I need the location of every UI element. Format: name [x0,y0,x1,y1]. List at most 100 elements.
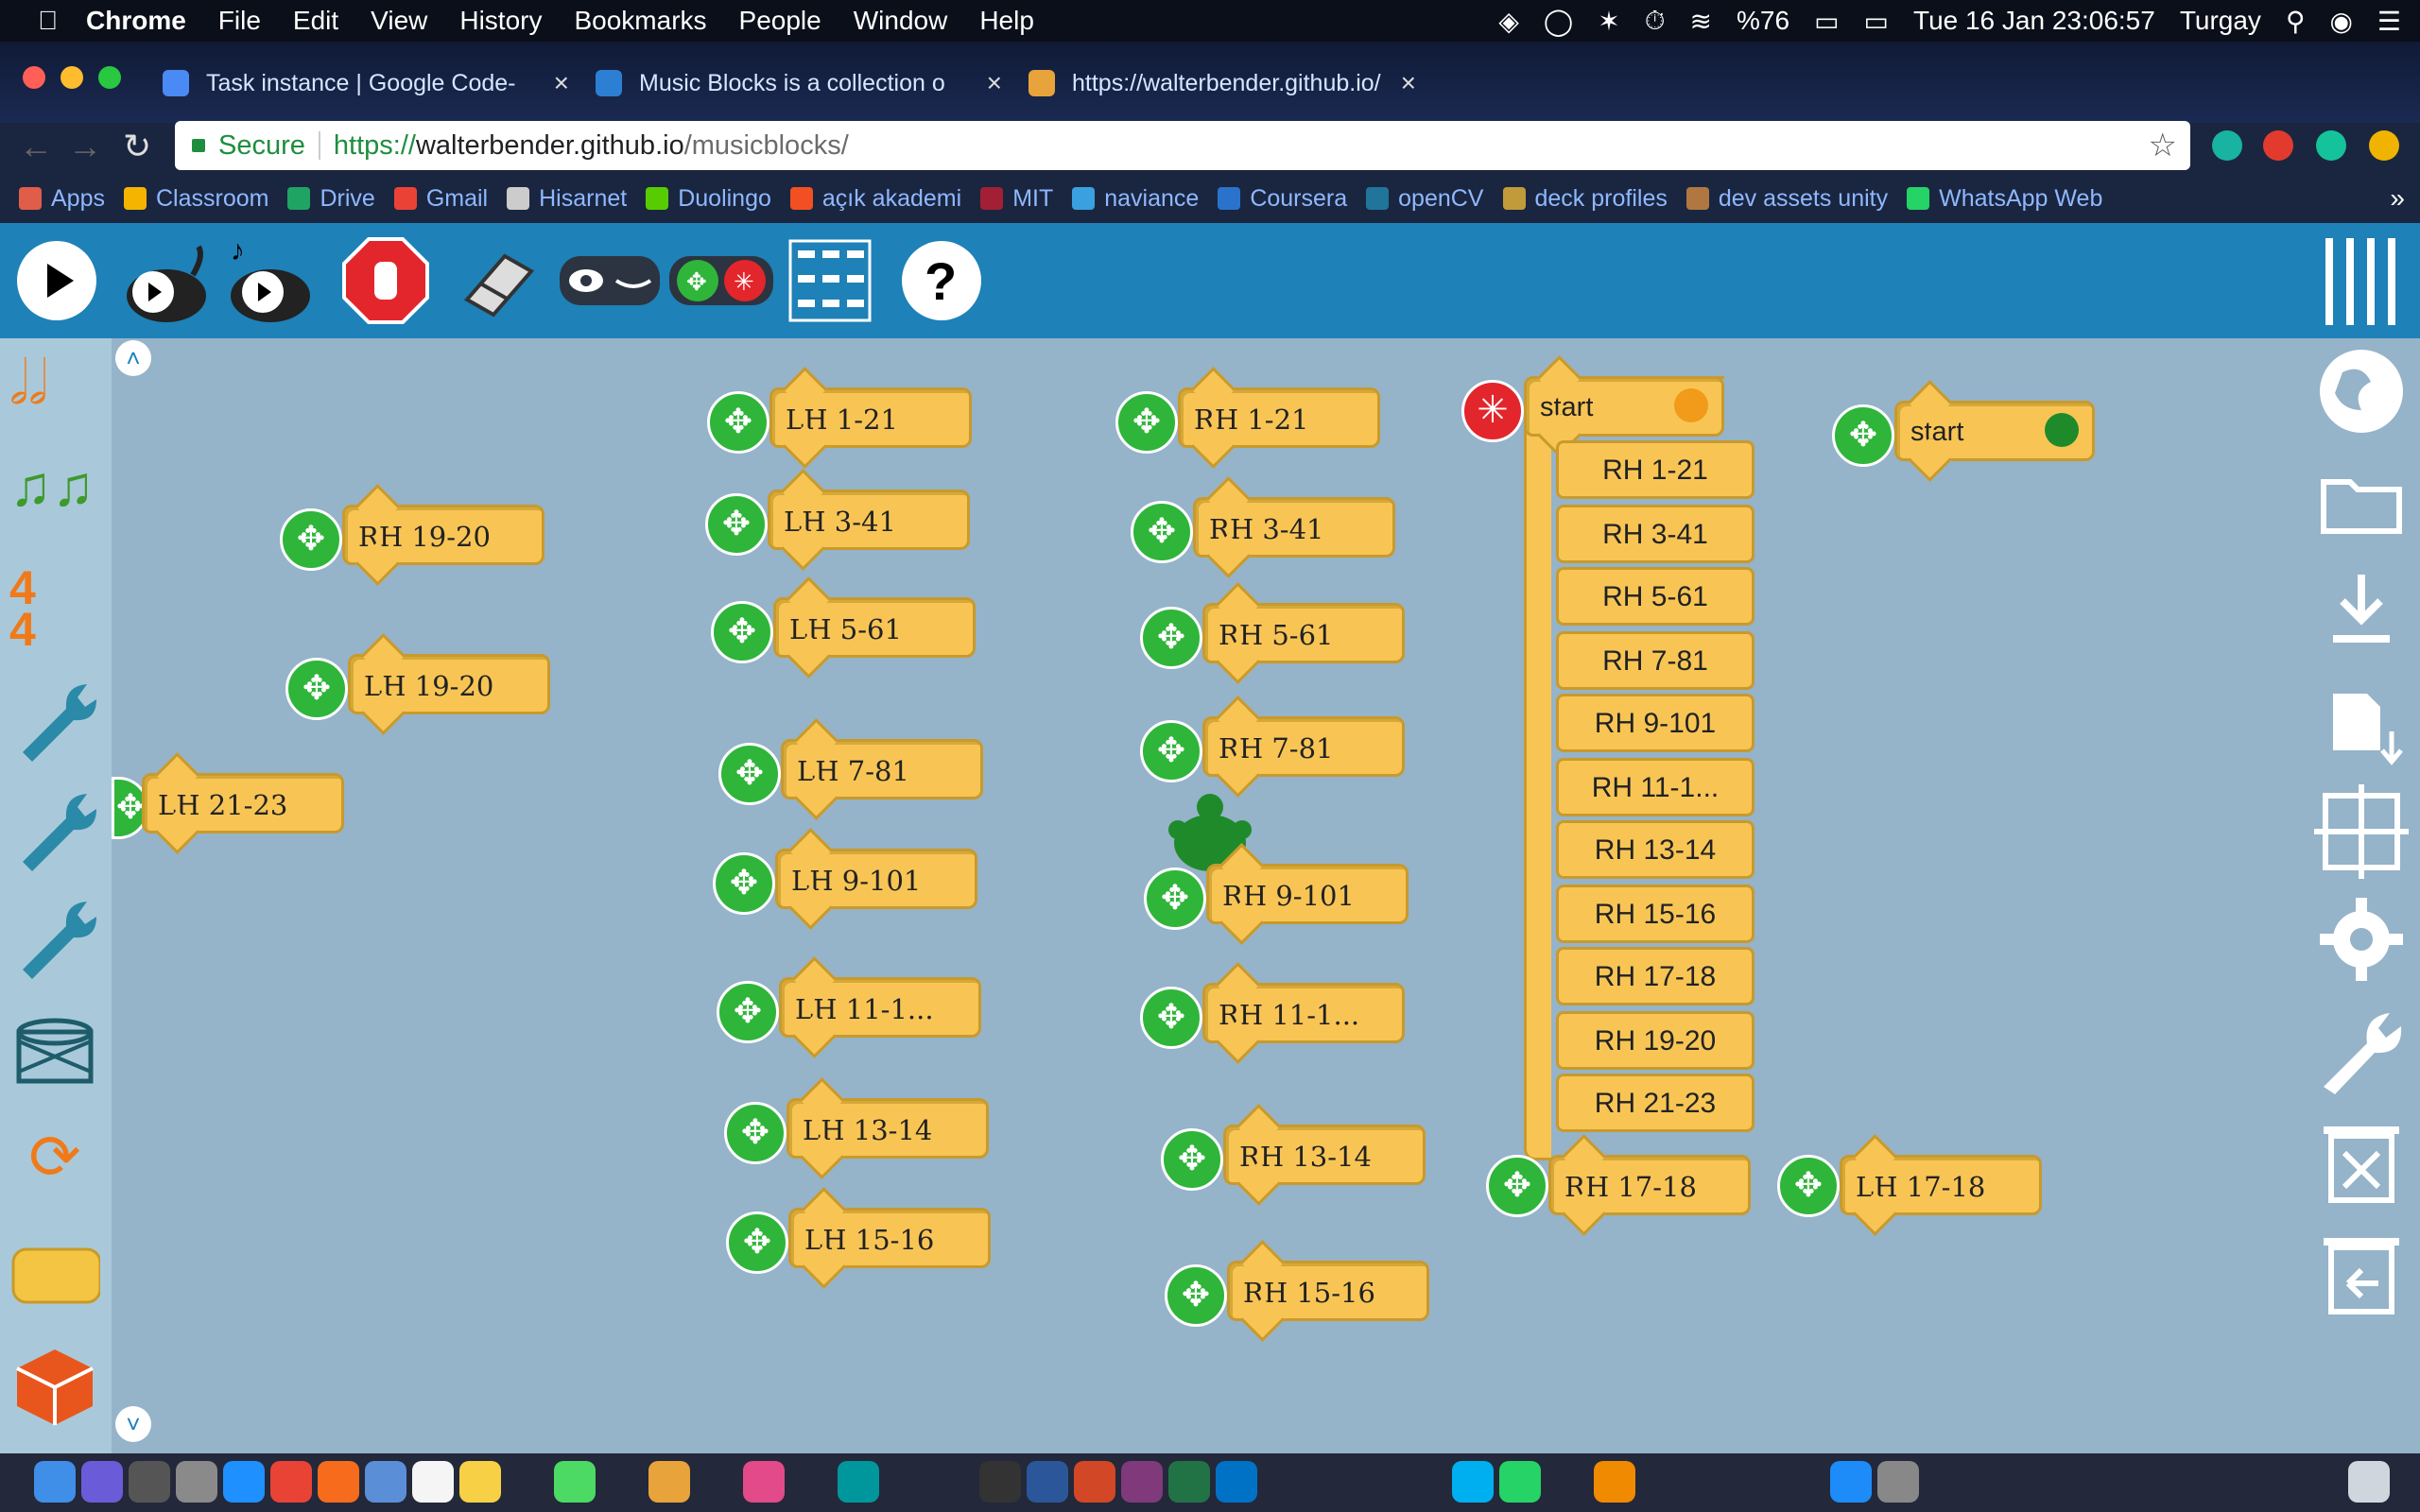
palette-volume-icon[interactable] [9,890,100,981]
move-handle-icon[interactable]: ✥ [726,1211,788,1274]
action-block-rh-3-41[interactable]: RH 3-41 [1193,497,1395,558]
outlook-icon[interactable] [1216,1461,1257,1503]
move-handle-icon[interactable]: ✥ [718,743,781,805]
time-machine-icon[interactable]: ⏱ [1645,6,1666,37]
battery-icon[interactable]: ▭ [1814,6,1839,37]
move-handle-icon[interactable]: ✥ [1140,720,1202,782]
bookmark-gmail[interactable]: Gmail [393,185,488,213]
action-block-rh-13-14[interactable]: RH 13-14 [1223,1125,1426,1185]
action-block-rh-9-101[interactable]: RH 9-101 [1206,864,1409,924]
rocket-icon[interactable] [176,1461,217,1503]
restore-trash-icon[interactable] [2314,1227,2409,1321]
bookmark-hisarnet[interactable]: Hisarnet [507,185,627,213]
forward-icon[interactable]: → [68,127,102,166]
stop-button[interactable] [342,237,429,324]
hide-blocks-button[interactable] [558,237,662,324]
notes-icon[interactable] [459,1461,501,1503]
notification-center-icon[interactable]: ☰ [2377,6,2401,37]
calendar-icon[interactable] [412,1461,454,1503]
reload-icon[interactable]: ↻ [123,127,151,166]
bookmarks-overflow-icon[interactable]: » [2390,183,2405,214]
move-handle-icon[interactable]: ✥ [724,1102,786,1164]
stack-block-rh-13-14[interactable]: RH 13-14 [1556,820,1754,879]
action-block-rh-1-21[interactable]: RH 1-21 [1178,387,1380,448]
collapse-start-icon[interactable]: ✳ [1461,380,1524,442]
action-block-lh-9-101[interactable]: LH 9-101 [775,849,977,909]
download-icon[interactable] [2314,563,2409,658]
palette-tone-icon[interactable] [9,673,100,764]
tab-task-instance[interactable]: Task instance | Google Code- × [163,57,579,110]
menu-toggle-icon[interactable] [2324,236,2399,327]
move-handle-icon[interactable]: ✥ [1140,987,1202,1049]
stack-block-rh-9-101[interactable]: RH 9-101 [1556,694,1754,752]
stack-block-rh-19-20[interactable]: RH 19-20 [1556,1011,1754,1070]
palette-extras-icon[interactable] [9,1342,100,1433]
onenote-icon[interactable] [1121,1461,1163,1503]
move-handle-icon[interactable]: ✥ [1115,391,1178,454]
bookmark-coursera[interactable]: Coursera [1218,185,1347,213]
preview-icon[interactable] [365,1461,406,1503]
grammarly-icon[interactable] [2316,130,2346,161]
stack-block-rh-7-81[interactable]: RH 7-81 [1556,631,1754,690]
trash-dock-icon[interactable] [2348,1461,2390,1503]
system-preferences-icon[interactable] [1877,1461,1919,1503]
garageband-icon[interactable] [648,1461,690,1503]
menu-bookmarks[interactable]: Bookmarks [574,6,706,36]
stack-block-rh-1-21[interactable]: RH 1-21 [1556,440,1754,499]
arduino-icon[interactable] [838,1461,879,1503]
bookmark-naviance[interactable]: naviance [1072,185,1199,213]
move-handle-icon[interactable]: ✥ [717,981,779,1043]
move-handle-icon[interactable]: ✥ [705,493,768,556]
menu-history[interactable]: History [459,6,542,36]
bookmark-dev-assets-unity[interactable]: dev assets unity [1685,185,1888,213]
action-block-rh-7-81[interactable]: RH 7-81 [1202,716,1405,777]
siri-dock-icon[interactable] [81,1461,123,1503]
menu-edit[interactable]: Edit [293,6,338,36]
firefox-icon[interactable] [318,1461,359,1503]
stack-block-rh-3-41[interactable]: RH 3-41 [1556,505,1754,563]
move-handle-icon[interactable]: ✥ [1832,404,1894,467]
wifi-icon[interactable]: ≋ [1690,6,1712,37]
play-slow-button[interactable] [117,237,216,324]
battery-percent[interactable]: %76 [1737,6,1789,36]
save-icon[interactable] [2314,675,2409,769]
clear-trash-icon[interactable] [2314,1115,2409,1210]
palette-scroll-up-icon[interactable]: ˄ [115,340,151,376]
action-block-lh-21-23[interactable]: LH 21-23 [142,773,344,833]
appstore-icon[interactable] [1830,1461,1872,1503]
itunes-icon[interactable] [743,1461,785,1503]
open-folder-icon[interactable] [2314,454,2409,548]
action-block-lh-11-1[interactable]: LH 11-1... [779,977,981,1038]
action-block-lh-17-18-loose[interactable]: LH 17-18 [1840,1155,2042,1215]
move-handle-icon[interactable]: ✥ [707,391,769,454]
powerpoint-icon[interactable] [1074,1461,1115,1503]
spotlight-icon[interactable]: ⚲ [2286,6,2306,37]
bookmark-whatsapp-web[interactable]: WhatsApp Web [1907,185,2102,213]
apple-icon[interactable]:  [38,6,58,36]
dropbox-icon[interactable]: ◈ [1498,6,1519,37]
adblock-icon[interactable] [2263,130,2293,161]
move-handle-icon[interactable]: ✥ [1486,1155,1548,1217]
start-block-2[interactable]: start [1894,401,2095,461]
bookmark-acik-akademi[interactable]: açık akademi [789,185,961,213]
palette-pitch-icon[interactable]: ♫♫ [9,454,100,544]
move-handle-icon[interactable]: ✥ [1165,1264,1227,1327]
action-block-lh-13-14[interactable]: LH 13-14 [786,1098,989,1159]
bookmark-deck-profiles[interactable]: deck profiles [1502,185,1668,213]
action-block-lh-5-61[interactable]: LH 5-61 [773,597,976,658]
vlc-icon[interactable] [1594,1461,1635,1503]
menu-help[interactable]: Help [979,6,1034,36]
move-handle-icon[interactable]: ✥ [285,658,348,720]
action-block-lh-15-16[interactable]: LH 15-16 [788,1208,991,1268]
tools-wrench-icon[interactable] [2314,1002,2409,1096]
settings-gear-icon[interactable] [2314,892,2409,987]
bookmark-star-icon[interactable]: ☆ [2149,127,2177,164]
move-handle-icon[interactable]: ✥ [1144,868,1206,930]
play-button[interactable] [13,237,100,324]
palette-drum-icon[interactable] [9,1004,100,1094]
chrome-icon[interactable] [270,1461,312,1503]
whatsapp-dock-icon[interactable] [1499,1461,1541,1503]
tab-music-blocks-repo[interactable]: Music Blocks is a collection o × [596,57,1011,110]
bookmark-duolingo[interactable]: Duolingo [646,185,771,213]
stack-block-rh-15-16[interactable]: RH 15-16 [1556,885,1754,943]
